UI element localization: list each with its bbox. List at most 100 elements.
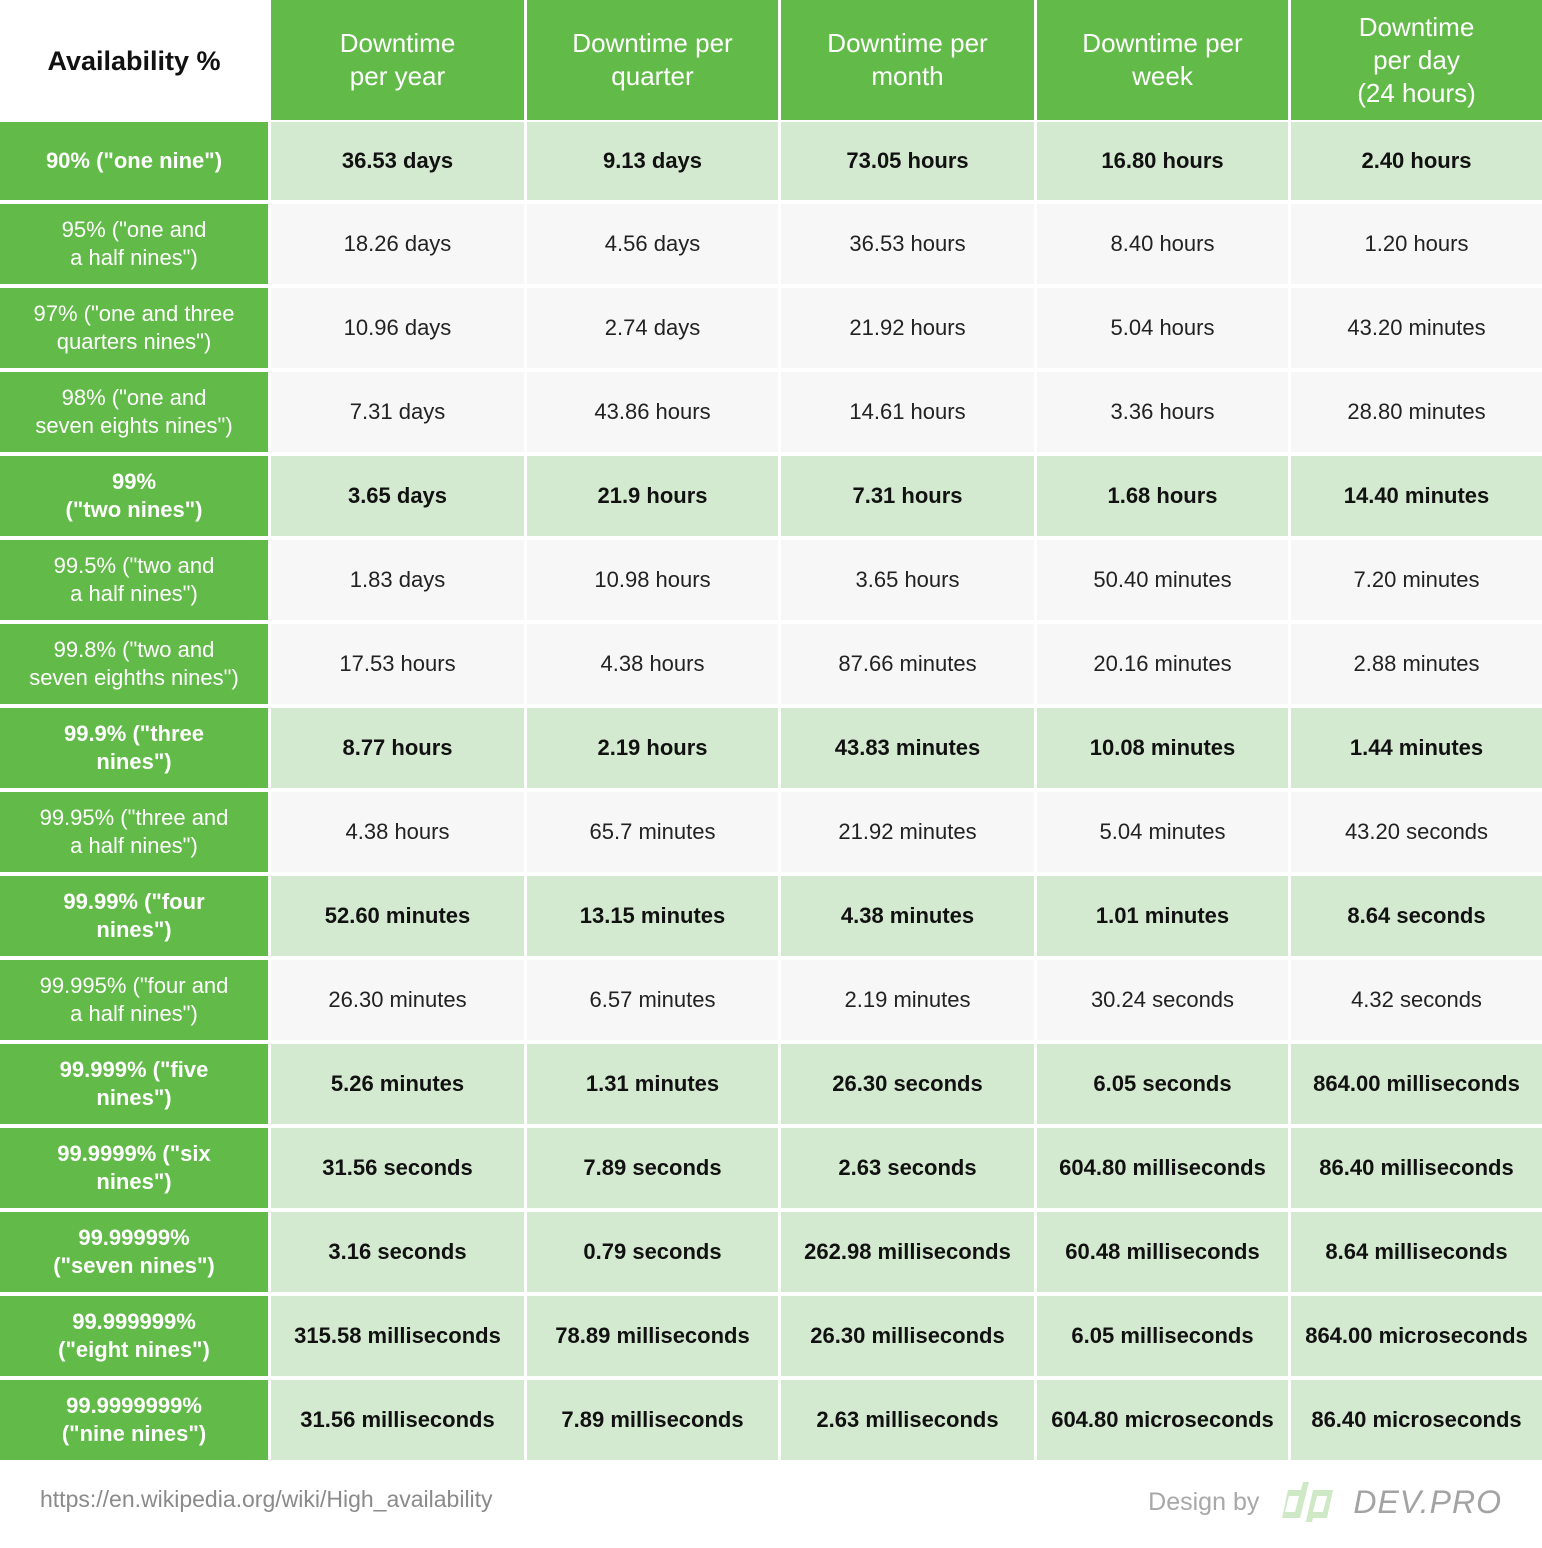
downtime-per-quarter-cell: 4.56 days: [524, 204, 778, 288]
row-availability-label: 99.95% ("three and a half nines"): [0, 792, 268, 876]
downtime-per-month-cell: 26.30 milliseconds: [778, 1296, 1034, 1380]
downtime-per-month-cell: 14.61 hours: [778, 372, 1034, 456]
downtime-per-year-cell: 31.56 seconds: [268, 1128, 524, 1212]
downtime-per-year-cell: 4.38 hours: [268, 792, 524, 876]
downtime-per-week-cell: 5.04 minutes: [1034, 792, 1288, 876]
downtime-per-day-cell: 2.88 minutes: [1288, 624, 1542, 708]
downtime-per-day-cell: 43.20 seconds: [1288, 792, 1542, 876]
row-availability-label: 99.995% ("four and a half nines"): [0, 960, 268, 1044]
downtime-per-year-cell: 3.65 days: [268, 456, 524, 540]
downtime-per-quarter-cell: 6.57 minutes: [524, 960, 778, 1044]
downtime-per-month-cell: 2.63 milliseconds: [778, 1380, 1034, 1464]
downtime-per-year-cell: 3.16 seconds: [268, 1212, 524, 1296]
downtime-per-month-cell: 36.53 hours: [778, 204, 1034, 288]
downtime-per-month-cell: 73.05 hours: [778, 122, 1034, 204]
downtime-per-week-cell: 1.68 hours: [1034, 456, 1288, 540]
downtime-per-month-cell: 2.63 seconds: [778, 1128, 1034, 1212]
header-downtime-day: Downtime per day (24 hours): [1288, 0, 1542, 122]
downtime-per-day-cell: 4.32 seconds: [1288, 960, 1542, 1044]
downtime-per-year-cell: 52.60 minutes: [268, 876, 524, 960]
downtime-per-year-cell: 18.26 days: [268, 204, 524, 288]
downtime-per-quarter-cell: 2.74 days: [524, 288, 778, 372]
downtime-per-year-cell: 17.53 hours: [268, 624, 524, 708]
downtime-per-week-cell: 5.04 hours: [1034, 288, 1288, 372]
downtime-per-day-cell: 86.40 milliseconds: [1288, 1128, 1542, 1212]
downtime-per-year-cell: 36.53 days: [268, 122, 524, 204]
row-availability-label: 98% ("one and seven eights nines"): [0, 372, 268, 456]
downtime-per-month-cell: 87.66 minutes: [778, 624, 1034, 708]
header-downtime-quarter: Downtime per quarter: [524, 0, 778, 122]
downtime-per-week-cell: 20.16 minutes: [1034, 624, 1288, 708]
downtime-per-quarter-cell: 13.15 minutes: [524, 876, 778, 960]
downtime-per-quarter-cell: 1.31 minutes: [524, 1044, 778, 1128]
row-availability-label: 97% ("one and three quarters nines"): [0, 288, 268, 372]
header-downtime-month: Downtime per month: [778, 0, 1034, 122]
downtime-per-month-cell: 43.83 minutes: [778, 708, 1034, 792]
downtime-per-quarter-cell: 21.9 hours: [524, 456, 778, 540]
downtime-per-month-cell: 26.30 seconds: [778, 1044, 1034, 1128]
downtime-per-year-cell: 315.58 milliseconds: [268, 1296, 524, 1380]
downtime-per-week-cell: 30.24 seconds: [1034, 960, 1288, 1044]
downtime-per-quarter-cell: 7.89 milliseconds: [524, 1380, 778, 1464]
downtime-per-quarter-cell: 4.38 hours: [524, 624, 778, 708]
downtime-per-week-cell: 604.80 microseconds: [1034, 1380, 1288, 1464]
downtime-per-week-cell: 60.48 milliseconds: [1034, 1212, 1288, 1296]
row-availability-label: 99.99999% ("seven nines"): [0, 1212, 268, 1296]
downtime-per-week-cell: 6.05 milliseconds: [1034, 1296, 1288, 1380]
row-availability-label: 99.9999999% ("nine nines"): [0, 1380, 268, 1464]
header-downtime-year: Downtime per year: [268, 0, 524, 122]
downtime-per-day-cell: 14.40 minutes: [1288, 456, 1542, 540]
row-availability-label: 99.5% ("two and a half nines"): [0, 540, 268, 624]
downtime-per-day-cell: 86.40 microseconds: [1288, 1380, 1542, 1464]
availability-table: Availability % Downtime per year Downtim…: [0, 0, 1542, 1464]
downtime-per-week-cell: 10.08 minutes: [1034, 708, 1288, 792]
downtime-per-week-cell: 6.05 seconds: [1034, 1044, 1288, 1128]
downtime-per-day-cell: 28.80 minutes: [1288, 372, 1542, 456]
downtime-per-month-cell: 2.19 minutes: [778, 960, 1034, 1044]
devpro-logo-icon: [1282, 1482, 1334, 1522]
downtime-per-day-cell: 8.64 milliseconds: [1288, 1212, 1542, 1296]
brand-credit: Design by DEV.PRO: [1148, 1482, 1502, 1522]
downtime-per-quarter-cell: 65.7 minutes: [524, 792, 778, 876]
brand-name: DEV.PRO: [1353, 1483, 1502, 1520]
downtime-per-day-cell: 7.20 minutes: [1288, 540, 1542, 624]
downtime-per-month-cell: 21.92 hours: [778, 288, 1034, 372]
downtime-per-week-cell: 3.36 hours: [1034, 372, 1288, 456]
downtime-per-day-cell: 8.64 seconds: [1288, 876, 1542, 960]
downtime-per-week-cell: 50.40 minutes: [1034, 540, 1288, 624]
downtime-per-quarter-cell: 2.19 hours: [524, 708, 778, 792]
downtime-per-month-cell: 262.98 milliseconds: [778, 1212, 1034, 1296]
header-availability: Availability %: [0, 0, 268, 122]
downtime-per-quarter-cell: 78.89 milliseconds: [524, 1296, 778, 1380]
downtime-per-month-cell: 21.92 minutes: [778, 792, 1034, 876]
downtime-per-quarter-cell: 0.79 seconds: [524, 1212, 778, 1296]
downtime-per-year-cell: 8.77 hours: [268, 708, 524, 792]
downtime-per-month-cell: 4.38 minutes: [778, 876, 1034, 960]
downtime-per-year-cell: 7.31 days: [268, 372, 524, 456]
row-availability-label: 99.9999% ("six nines"): [0, 1128, 268, 1212]
downtime-per-day-cell: 864.00 milliseconds: [1288, 1044, 1542, 1128]
downtime-per-day-cell: 43.20 minutes: [1288, 288, 1542, 372]
downtime-per-day-cell: 1.20 hours: [1288, 204, 1542, 288]
downtime-per-day-cell: 2.40 hours: [1288, 122, 1542, 204]
row-availability-label: 99.9% ("three nines"): [0, 708, 268, 792]
row-availability-label: 99.99% ("four nines"): [0, 876, 268, 960]
downtime-per-month-cell: 3.65 hours: [778, 540, 1034, 624]
downtime-per-day-cell: 1.44 minutes: [1288, 708, 1542, 792]
downtime-per-quarter-cell: 10.98 hours: [524, 540, 778, 624]
downtime-per-week-cell: 1.01 minutes: [1034, 876, 1288, 960]
downtime-per-day-cell: 864.00 microseconds: [1288, 1296, 1542, 1380]
downtime-per-year-cell: 1.83 days: [268, 540, 524, 624]
downtime-per-week-cell: 604.80 milliseconds: [1034, 1128, 1288, 1212]
design-by-label: Design by: [1148, 1487, 1260, 1516]
source-url[interactable]: https://en.wikipedia.org/wiki/High_avail…: [40, 1486, 493, 1513]
downtime-per-quarter-cell: 43.86 hours: [524, 372, 778, 456]
downtime-per-quarter-cell: 9.13 days: [524, 122, 778, 204]
downtime-per-year-cell: 10.96 days: [268, 288, 524, 372]
row-availability-label: 99% ("two nines"): [0, 456, 268, 540]
downtime-per-year-cell: 26.30 minutes: [268, 960, 524, 1044]
row-availability-label: 99.8% ("two and seven eighths nines"): [0, 624, 268, 708]
row-availability-label: 99.999999% ("eight nines"): [0, 1296, 268, 1380]
downtime-per-year-cell: 31.56 milliseconds: [268, 1380, 524, 1464]
downtime-per-week-cell: 8.40 hours: [1034, 204, 1288, 288]
